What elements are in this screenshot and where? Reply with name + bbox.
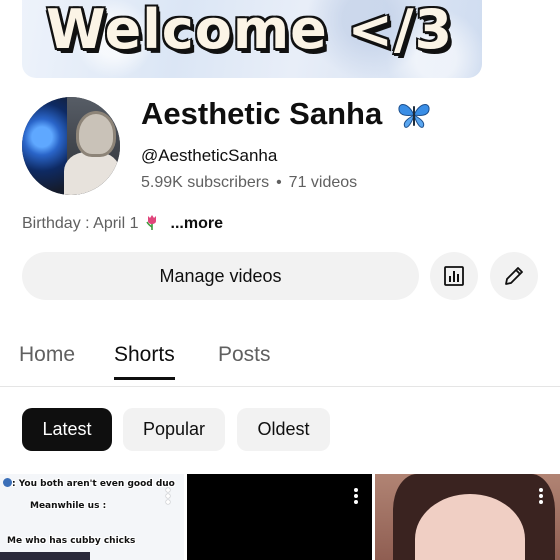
short-caption: Me who has cubby chicks [7,536,136,546]
short-thumbnail[interactable] [375,474,560,560]
speaking-head-icon [3,478,12,487]
analytics-button[interactable] [430,252,478,300]
analytics-icon [444,266,464,286]
video-count: 71 videos [288,174,358,191]
pencil-icon [505,267,523,285]
channel-tabs: Home Shorts Posts [0,335,560,387]
short-caption: Meanwhile us : [30,501,107,511]
short-caption: : You both aren't even good duo [12,479,175,489]
filter-oldest-chip[interactable]: Oldest [237,408,330,451]
butterfly-icon [398,104,430,128]
more-options-icon[interactable] [166,488,170,506]
channel-name: Aesthetic Sanha [141,96,383,131]
tab-home[interactable]: Home [19,343,75,375]
short-thumbnail[interactable] [187,474,372,560]
description-text: Birthday : April 1 [22,215,139,232]
channel-description[interactable]: Birthday : April 1 ...more [22,213,223,233]
avatar[interactable] [22,97,120,195]
thumbnail-image-strip [0,552,90,560]
tulip-icon [145,215,156,230]
subscriber-count: 5.99K subscribers [141,174,270,191]
channel-handle: @AestheticSanha [141,146,278,165]
filter-popular-chip[interactable]: Popular [123,408,225,451]
filter-latest-chip[interactable]: Latest [22,408,112,451]
more-link[interactable]: ...more [171,215,223,232]
separator-dot: • [276,174,282,191]
manage-videos-button[interactable]: Manage videos [22,252,419,300]
banner-text: Welcome </3 [46,0,454,61]
edit-channel-button[interactable] [490,252,538,300]
more-options-icon[interactable] [539,488,543,506]
short-thumbnail[interactable]: : You both aren't even good duo Meanwhil… [0,474,184,560]
tab-shorts[interactable]: Shorts [114,343,175,380]
channel-banner: Welcome </3 [22,0,482,78]
channel-stats: 5.99K subscribers • 71 videos [141,174,357,192]
tab-posts[interactable]: Posts [218,343,271,375]
more-options-icon[interactable] [354,488,358,506]
